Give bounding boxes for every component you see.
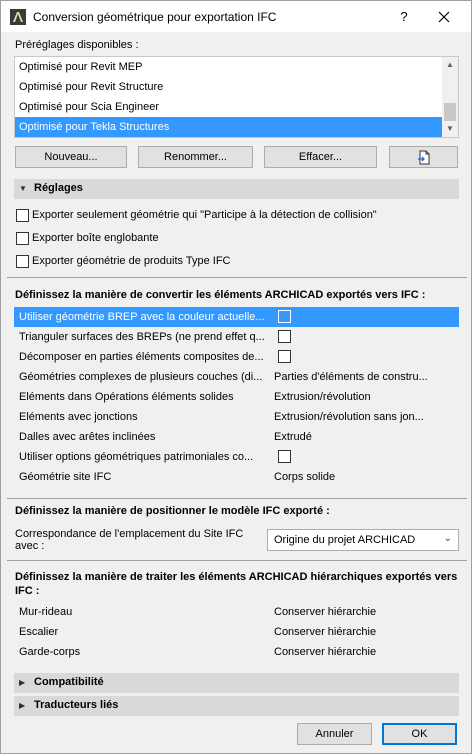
divider xyxy=(7,560,467,561)
row-label: Escalier xyxy=(19,626,59,638)
site-mapping-label-line1: Correspondance de l'emplacement du Site … xyxy=(15,528,244,540)
row-label: Utiliser géométrie BREP avec la couleur … xyxy=(19,311,265,323)
row-label: Trianguler surfaces des BREPs (ne prend … xyxy=(19,331,265,343)
disclosure-triangle-icon: ▶ xyxy=(19,701,26,710)
reglages-section-header[interactable]: ▼ Réglages xyxy=(14,179,459,199)
presets-list[interactable]: Optimisé pour Revit MEP Optimisé pour Re… xyxy=(14,56,459,138)
table-row[interactable]: Eléments dans Opérations éléments solide… xyxy=(14,387,459,407)
bounding-box-label: Exporter boîte englobante xyxy=(32,232,159,244)
preset-item[interactable]: Optimisé pour Revit Structure xyxy=(15,77,442,97)
divider xyxy=(7,498,467,499)
title-bar: Conversion géométrique pour exportation … xyxy=(1,1,471,32)
compat-title: Compatibilité xyxy=(34,676,104,688)
table-row[interactable]: Escalier Conserver hiérarchie xyxy=(14,622,459,642)
row-value[interactable]: Conserver hiérarchie xyxy=(274,646,452,658)
translators-section-header[interactable]: ▶ Traducteurs liés xyxy=(14,696,459,716)
table-row[interactable]: Mur-rideau Conserver hiérarchie xyxy=(14,602,459,622)
table-row[interactable]: Garde-corps Conserver hiérarchie xyxy=(14,642,459,662)
divider xyxy=(7,277,467,278)
row-value[interactable]: Parties d'éléments de constru... xyxy=(274,371,452,383)
cancel-button[interactable]: Annuler xyxy=(297,723,372,745)
archicad-app-icon xyxy=(10,9,26,25)
legacy-geometry-checkbox[interactable] xyxy=(278,450,291,463)
scrollbar-thumb[interactable] xyxy=(444,103,456,121)
table-row[interactable]: Dalles avec arêtes inclinées Extrudé xyxy=(14,427,459,447)
row-label: Garde-corps xyxy=(19,646,81,658)
row-value[interactable]: Conserver hiérarchie xyxy=(274,626,452,638)
preset-item[interactable]: Optimisé pour Revit MEP xyxy=(15,57,442,77)
help-button[interactable]: ? xyxy=(394,7,414,27)
bounding-box-checkbox[interactable] xyxy=(16,232,29,245)
new-preset-button[interactable]: Nouveau... xyxy=(15,146,127,168)
table-row[interactable]: Trianguler surfaces des BREPs (ne prend … xyxy=(14,327,459,347)
type-products-checkbox[interactable] xyxy=(16,255,29,268)
table-row[interactable]: Utiliser géométrie BREP avec la couleur … xyxy=(14,307,459,327)
presets-label: Préréglages disponibles : xyxy=(15,39,139,51)
row-label: Dalles avec arêtes inclinées xyxy=(19,431,156,443)
decompose-composites-checkbox[interactable] xyxy=(278,350,291,363)
position-heading: Définissez la manière de positionner le … xyxy=(15,505,330,517)
presets-scrollbar[interactable]: ▲ ▼ xyxy=(442,57,458,137)
preset-item[interactable]: Optimisé pour Scia Engineer xyxy=(15,97,442,117)
type-products-label: Exporter géométrie de produits Type IFC xyxy=(32,255,231,267)
row-label: Utiliser options géométriques patrimonia… xyxy=(19,451,254,463)
row-label: Mur-rideau xyxy=(19,606,73,618)
convert-heading: Définissez la manière de convertir les é… xyxy=(15,289,426,301)
brep-color-checkbox[interactable] xyxy=(278,310,291,323)
chevron-up-icon[interactable]: ▲ xyxy=(442,57,458,73)
site-mapping-value: Origine du projet ARCHICAD xyxy=(274,534,416,546)
row-label: Décomposer en parties éléments composite… xyxy=(19,351,264,363)
hierarchy-heading-line2: IFC : xyxy=(15,585,40,597)
import-preset-button[interactable] xyxy=(389,146,458,168)
table-row[interactable]: Décomposer en parties éléments composite… xyxy=(14,347,459,367)
row-value[interactable]: Corps solide xyxy=(274,471,452,483)
collision-only-label: Exporter seulement géométrie qui "Partic… xyxy=(32,209,377,221)
collision-only-checkbox[interactable] xyxy=(16,209,29,222)
dropdown-arrow-icon: ⌄ xyxy=(443,533,452,544)
import-preset-icon xyxy=(418,150,430,165)
table-row[interactable]: Utiliser options géométriques patrimonia… xyxy=(14,447,459,467)
site-mapping-label-line2: avec : xyxy=(15,540,45,552)
row-label: Eléments avec jonctions xyxy=(19,411,138,423)
disclosure-triangle-icon: ▶ xyxy=(19,678,26,687)
row-label: Eléments dans Opérations éléments solide… xyxy=(19,391,234,403)
table-row[interactable]: Géométries complexes de plusieurs couche… xyxy=(14,367,459,387)
rename-preset-button[interactable]: Renommer... xyxy=(138,146,253,168)
row-label: Géométrie site IFC xyxy=(19,471,112,483)
reglages-title: Réglages xyxy=(34,182,83,194)
table-row[interactable]: Eléments avec jonctions Extrusion/révolu… xyxy=(14,407,459,427)
ok-button[interactable]: OK xyxy=(382,723,457,745)
translators-title: Traducteurs liés xyxy=(34,699,119,711)
ifc-geometry-conversion-dialog: Conversion géométrique pour exportation … xyxy=(0,0,472,754)
row-value[interactable]: Extrusion/révolution xyxy=(274,391,452,403)
compat-section-header[interactable]: ▶ Compatibilité xyxy=(14,673,459,693)
hierarchy-heading-line1: Définissez la manière de traiter les élé… xyxy=(15,571,458,583)
row-value[interactable]: Conserver hiérarchie xyxy=(274,606,452,618)
preset-item-selected[interactable]: Optimisé pour Tekla Structures xyxy=(15,117,442,137)
disclosure-triangle-icon: ▼ xyxy=(19,184,27,193)
window-title: Conversion géométrique pour exportation … xyxy=(33,10,277,24)
chevron-down-icon[interactable]: ▼ xyxy=(442,121,458,137)
table-row[interactable]: Géométrie site IFC Corps solide xyxy=(14,467,459,487)
close-icon[interactable] xyxy=(432,5,456,29)
site-mapping-select[interactable]: Origine du projet ARCHICAD ⌄ xyxy=(267,529,459,551)
row-value[interactable]: Extrusion/révolution sans jon... xyxy=(274,411,452,423)
row-value[interactable]: Extrudé xyxy=(274,431,452,443)
row-label: Géométries complexes de plusieurs couche… xyxy=(19,371,263,383)
triangulate-brep-checkbox[interactable] xyxy=(278,330,291,343)
delete-preset-button[interactable]: Effacer... xyxy=(264,146,377,168)
